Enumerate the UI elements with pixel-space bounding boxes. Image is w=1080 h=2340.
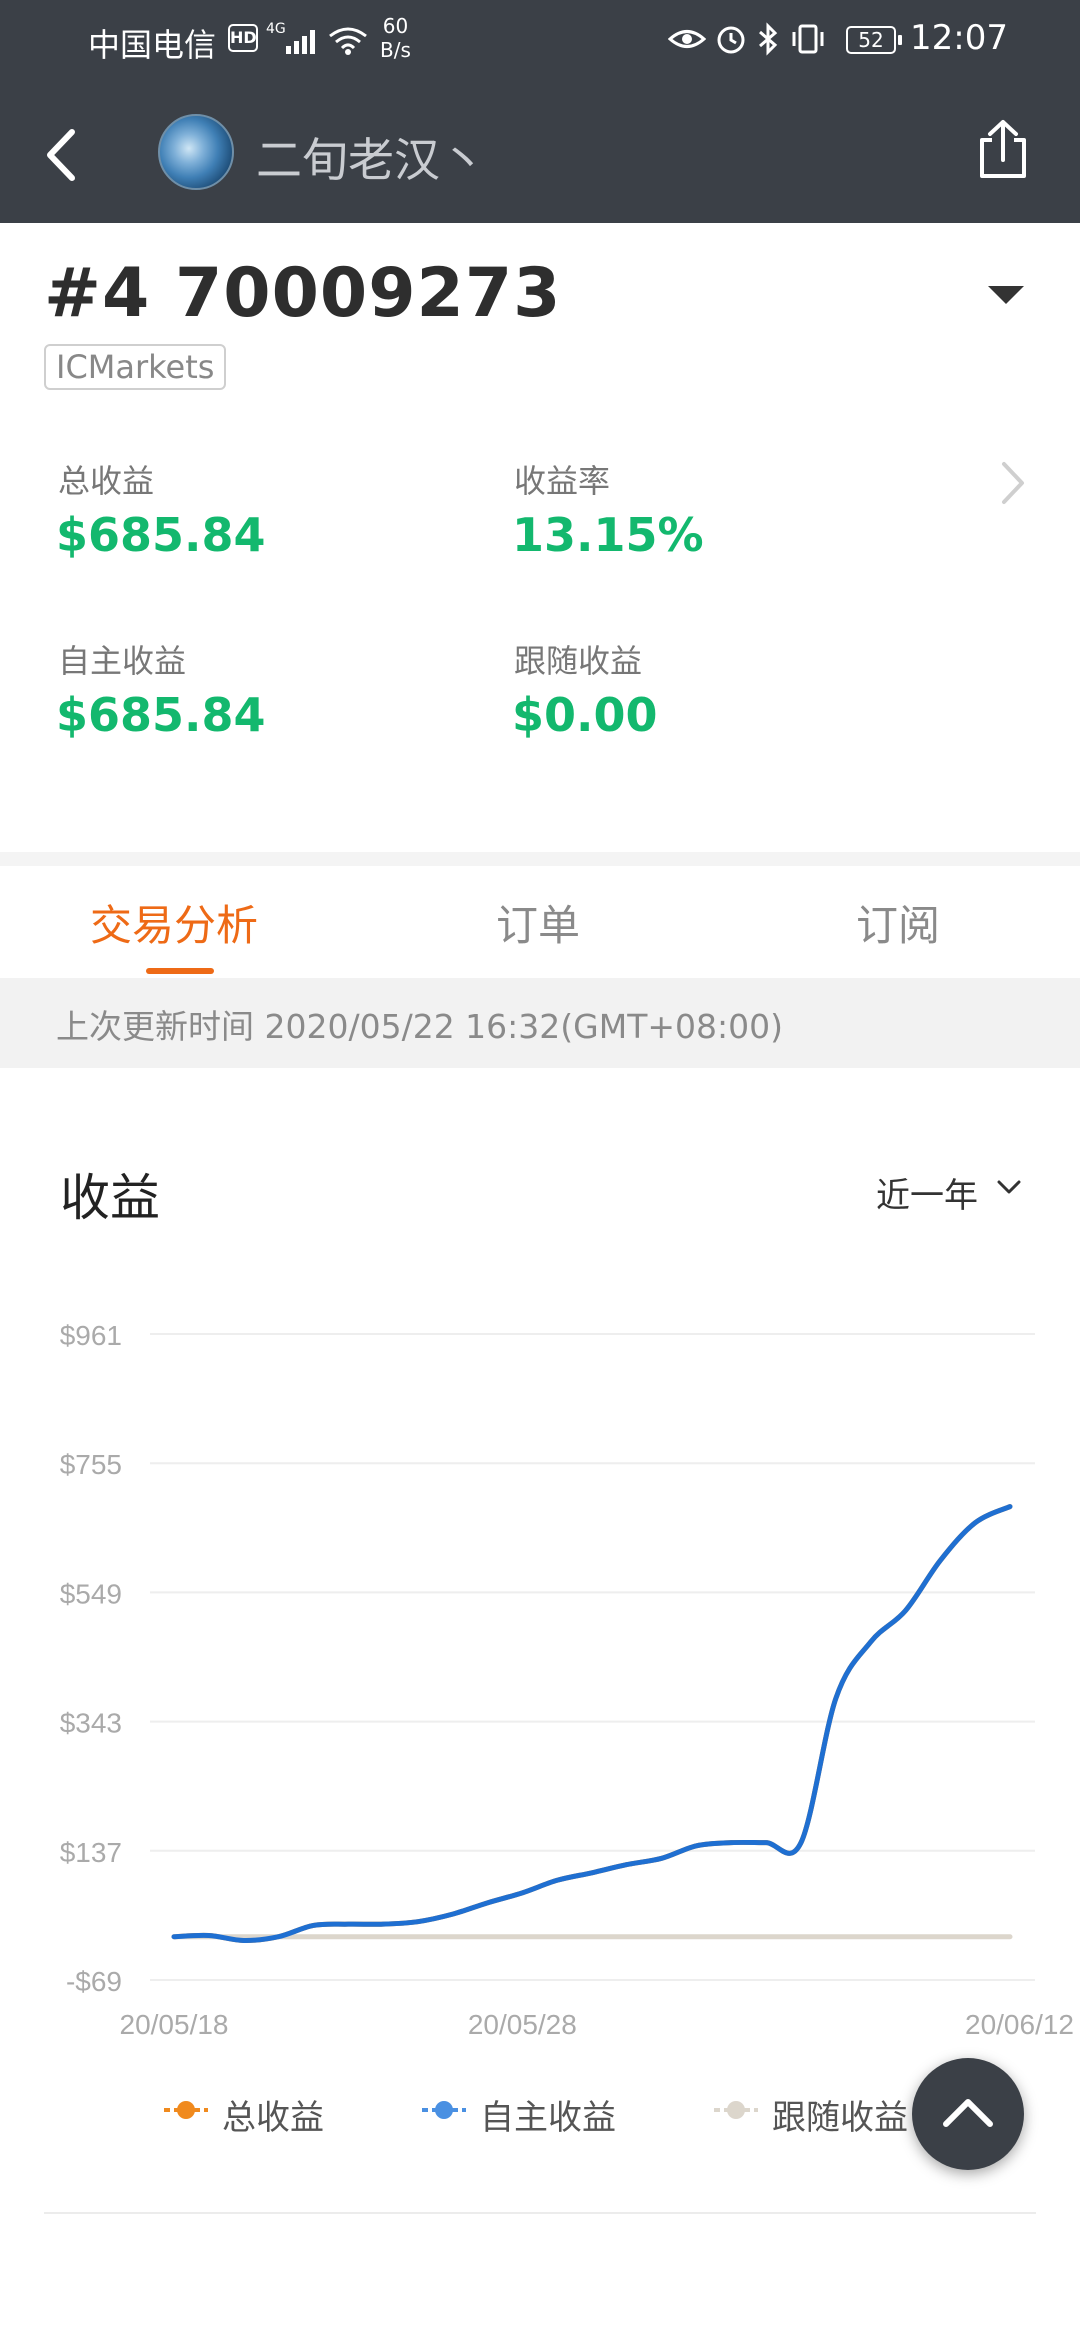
follow-profit-value: $0.00 <box>512 688 658 742</box>
self-profit-label: 自主收益 <box>58 642 187 680</box>
avatar[interactable] <box>158 114 234 190</box>
profit-rate-value: 13.15% <box>512 508 704 562</box>
title-bar: 二旬老汉丶 <box>0 80 1080 223</box>
bottom-divider <box>44 2212 1036 2214</box>
net-speed-value: 60 <box>382 14 409 38</box>
active-tab-indicator <box>146 968 214 974</box>
profit-section-title: 收益 <box>60 1169 160 1227</box>
profit-rate-label: 收益率 <box>514 462 611 500</box>
x-axis-tick-label: 20/06/12 <box>965 2009 1074 2040</box>
chevron-up-icon <box>943 2099 993 2127</box>
status-bar: 中国电信 HD 4G 60 B/s 52 12:07 <box>0 0 1080 80</box>
tab-subscriptions[interactable]: 订阅 <box>856 892 940 953</box>
y-axis-tick-label: $343 <box>60 1708 122 1739</box>
series-line-self <box>171 1504 1013 1943</box>
alarm-icon <box>717 26 745 54</box>
net-speed: 60 B/s <box>380 14 411 62</box>
time-range-select[interactable]: 近一年 <box>876 1168 978 1217</box>
wifi-icon <box>329 27 367 55</box>
total-profit-value: $685.84 <box>56 508 266 562</box>
y-axis-tick-label: -$69 <box>66 1966 122 1997</box>
chevron-right-icon[interactable] <box>996 458 1030 508</box>
profit-line-chart: $961 $755 $549 $343 $137 -$69 20/05/18 20/05/28… <box>60 1320 1074 2040</box>
hd-badge: HD <box>228 24 258 52</box>
scroll-to-top-button[interactable] <box>912 2058 1024 2170</box>
tab-trade-analysis[interactable]: 交易分析 <box>90 892 258 953</box>
legend-self-label: 自主收益 <box>480 2098 616 2138</box>
network-type: 4G <box>266 21 286 37</box>
legend-follow-label: 跟随收益 <box>772 2098 908 2138</box>
share-icon[interactable] <box>968 116 1038 186</box>
dropdown-triangle-icon[interactable] <box>984 280 1028 310</box>
legend-self-marker <box>422 2101 466 2119</box>
section-divider <box>0 852 1080 866</box>
account-title: #4 70009273 <box>44 254 562 333</box>
y-axis-tick-label: $137 <box>60 1837 122 1868</box>
net-speed-unit: B/s <box>380 38 411 62</box>
x-axis-tick-label: 20/05/28 <box>468 2009 577 2040</box>
top-bar: 中国电信 HD 4G 60 B/s 52 12:07 二旬老汉丶 <box>0 0 1080 223</box>
username[interactable]: 二旬老汉丶 <box>256 124 486 190</box>
legend-total-label: 总收益 <box>222 2098 324 2138</box>
y-axis-tick-label: $549 <box>60 1578 122 1609</box>
legend-total-marker <box>164 2101 208 2119</box>
y-axis-tick-label: $961 <box>60 1320 122 1351</box>
eye-icon <box>668 30 706 48</box>
series-line-total <box>171 1504 1013 1943</box>
broker-tag: ICMarkets <box>44 344 227 390</box>
battery-indicator: 52 <box>846 26 902 54</box>
carrier-name: 中国电信 <box>88 26 217 64</box>
tab-orders[interactable]: 订单 <box>496 892 580 953</box>
self-profit-value: $685.84 <box>56 688 266 742</box>
total-profit-label: 总收益 <box>58 462 155 500</box>
last-update-text: 上次更新时间 2020/05/22 16:32(GMT+08:00) <box>56 1007 783 1046</box>
back-arrow-icon[interactable] <box>38 120 88 190</box>
status-time: 12:07 <box>910 18 1008 58</box>
update-bar: 上次更新时间 2020/05/22 16:32(GMT+08:00) <box>0 978 1080 1068</box>
signal-icon <box>286 30 315 54</box>
bluetooth-icon <box>759 22 778 56</box>
follow-profit-label: 跟随收益 <box>514 642 643 680</box>
x-axis-tick-label: 20/05/18 <box>120 2009 229 2040</box>
vibrate-icon <box>792 24 824 54</box>
y-axis-tick-label: $755 <box>60 1449 122 1480</box>
legend-follow-marker <box>714 2101 758 2119</box>
chevron-down-icon[interactable] <box>996 1178 1022 1196</box>
